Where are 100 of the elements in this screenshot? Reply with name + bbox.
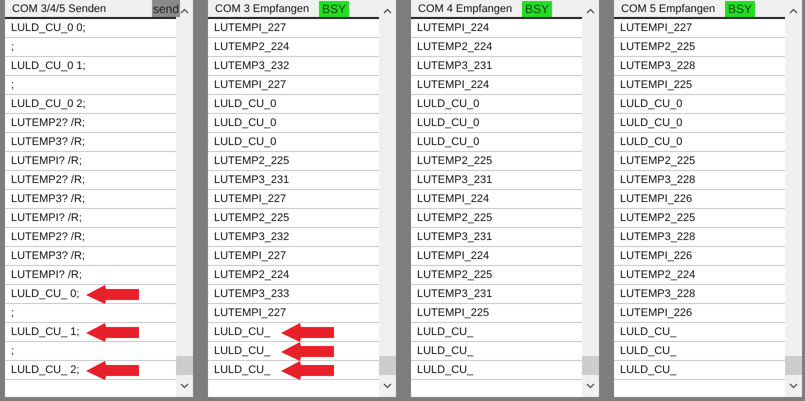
list-row[interactable]: LUTEMP2? /R;: [5, 228, 176, 247]
list-row[interactable]: LULD_CU_0 2;: [5, 95, 176, 114]
list-row[interactable]: LULD_CU_0 0;: [5, 19, 176, 38]
list-row[interactable]: LUTEMP2_225: [614, 38, 785, 57]
list-row[interactable]: LUTEMP2_225: [208, 152, 379, 171]
list-row[interactable]: LULD_CU_ 2;: [5, 361, 176, 380]
list-row[interactable]: LUTEMP2_225: [614, 209, 785, 228]
row-text: LULD_CU_0 0;: [10, 22, 86, 34]
busy-indicator: BSY: [725, 0, 756, 16]
list-row[interactable]: LULD_CU_0: [614, 133, 785, 152]
list-row[interactable]: LUTEMP3_231: [411, 228, 582, 247]
row-text: LULD_CU_ 1;: [10, 326, 80, 338]
list-row[interactable]: LULD_CU_: [411, 323, 582, 342]
scroll-thumb[interactable]: [582, 356, 599, 375]
list-row[interactable]: LUTEMP2_224: [208, 266, 379, 285]
list-row[interactable]: LULD_CU_0: [411, 95, 582, 114]
scroll-down-icon[interactable]: [383, 383, 392, 389]
list-row[interactable]: LUTEMP2_225: [411, 266, 582, 285]
scroll-up-icon[interactable]: [180, 8, 189, 14]
scroll-up-icon[interactable]: [383, 8, 392, 14]
list-row[interactable]: LULD_CU_0: [411, 114, 582, 133]
list-row[interactable]: LUTEMPI_227: [208, 247, 379, 266]
list-row[interactable]: LUTEMP3_231: [411, 57, 582, 76]
list-row[interactable]: LULD_CU_0: [208, 95, 379, 114]
row-text: LUTEMPI_224: [416, 22, 490, 34]
list-row[interactable]: LULD_CU_ 1;: [5, 323, 176, 342]
list-row[interactable]: LUTEMP2_225: [411, 209, 582, 228]
list-row[interactable]: LUTEMP3? /R;: [5, 190, 176, 209]
list-row[interactable]: LUTEMP3? /R;: [5, 247, 176, 266]
list-row[interactable]: ;: [5, 76, 176, 95]
list-row[interactable]: LUTEMP2_225: [411, 152, 582, 171]
send-button[interactable]: send: [152, 0, 180, 17]
list-row[interactable]: LUTEMP3_232: [208, 228, 379, 247]
list-row[interactable]: LUTEMPI_227: [208, 19, 379, 38]
list-row[interactable]: LUTEMPI_226: [614, 247, 785, 266]
list-row[interactable]: LULD_CU_0: [208, 133, 379, 152]
header-title: COM 3 Empfangen: [214, 2, 310, 14]
list-row[interactable]: LULD_CU_0: [614, 95, 785, 114]
list-row[interactable]: LULD_CU_0: [614, 114, 785, 133]
list-row[interactable]: LUTEMP3_228: [614, 57, 785, 76]
scroll-down-icon[interactable]: [586, 383, 595, 389]
list-row[interactable]: LUTEMPI_225: [411, 304, 582, 323]
scroll-down-icon[interactable]: [789, 383, 798, 389]
list-row[interactable]: LUTEMP2? /R;: [5, 171, 176, 190]
list-row[interactable]: ;: [5, 38, 176, 57]
list-row[interactable]: LULD_CU_ 0;: [5, 285, 176, 304]
list-row[interactable]: LUTEMP2_225: [208, 209, 379, 228]
list-row[interactable]: LULD_CU_: [614, 342, 785, 361]
list-row[interactable]: LUTEMPI_226: [614, 304, 785, 323]
list-row[interactable]: LUTEMPI_227: [614, 19, 785, 38]
list-row[interactable]: LULD_CU_: [614, 361, 785, 380]
list-row[interactable]: LULD_CU_: [614, 323, 785, 342]
list-row[interactable]: LULD_CU_0: [208, 114, 379, 133]
scroll-thumb[interactable]: [785, 356, 802, 375]
list-row[interactable]: LUTEMPI_226: [614, 190, 785, 209]
row-text: LULD_CU_ 0;: [10, 288, 80, 300]
list-row[interactable]: LUTEMPI? /R;: [5, 209, 176, 228]
list-row[interactable]: LUTEMPI_227: [208, 304, 379, 323]
list-row[interactable]: LUTEMPI_225: [614, 76, 785, 95]
list-row[interactable]: LUTEMPI_224: [411, 76, 582, 95]
row-text: LULD_CU_: [416, 345, 474, 357]
list-row[interactable]: LUTEMP2_224: [411, 38, 582, 57]
list-row[interactable]: LUTEMPI? /R;: [5, 266, 176, 285]
list-row[interactable]: LUTEMP3_233: [208, 285, 379, 304]
scroll-thumb[interactable]: [176, 356, 193, 375]
row-text: LULD_CU_: [619, 326, 676, 338]
list-row[interactable]: LUTEMP3_228: [614, 228, 785, 247]
scroll-thumb[interactable]: [379, 356, 396, 375]
list-row[interactable]: LUTEMP3_231: [208, 171, 379, 190]
list-row[interactable]: LUTEMP3_231: [411, 285, 582, 304]
list-row[interactable]: LUTEMP3_228: [614, 171, 785, 190]
list-row[interactable]: LUTEMP2_224: [208, 38, 379, 57]
list-row[interactable]: LUTEMPI_227: [208, 190, 379, 209]
list-row[interactable]: ;: [5, 342, 176, 361]
header-title: COM 5 Empfangen: [620, 2, 716, 14]
list-row[interactable]: LUTEMP3? /R;: [5, 133, 176, 152]
list-row[interactable]: LUTEMP3_231: [411, 171, 582, 190]
list-row[interactable]: LUTEMPI_224: [411, 190, 582, 209]
list-row[interactable]: LULD_CU_: [411, 361, 582, 380]
list-row[interactable]: LULD_CU_: [208, 342, 379, 361]
list-row[interactable]: LULD_CU_: [208, 323, 379, 342]
list-row[interactable]: LULD_CU_: [208, 361, 379, 380]
list-row[interactable]: LUTEMPI_227: [208, 76, 379, 95]
scroll-down-icon[interactable]: [180, 383, 189, 389]
list-row[interactable]: LULD_CU_0 1;: [5, 57, 176, 76]
row-text: LUTEMP2_225: [619, 155, 696, 167]
list-row[interactable]: ;: [5, 304, 176, 323]
list-row[interactable]: LUTEMP3_232: [208, 57, 379, 76]
list-row[interactable]: LUTEMP2_224: [614, 266, 785, 285]
scroll-up-icon[interactable]: [789, 8, 798, 14]
row-text: LULD_CU_: [619, 345, 676, 357]
list-row[interactable]: LULD_CU_0: [411, 133, 582, 152]
list-row[interactable]: LUTEMP2? /R;: [5, 114, 176, 133]
list-row[interactable]: LUTEMPI_224: [411, 247, 582, 266]
list-row[interactable]: LULD_CU_: [411, 342, 582, 361]
scroll-up-icon[interactable]: [586, 8, 595, 14]
list-row[interactable]: LUTEMPI_224: [411, 19, 582, 38]
list-row[interactable]: LUTEMPI? /R;: [5, 152, 176, 171]
list-row[interactable]: LUTEMP3_228: [614, 285, 785, 304]
list-row[interactable]: LUTEMP2_225: [614, 152, 785, 171]
